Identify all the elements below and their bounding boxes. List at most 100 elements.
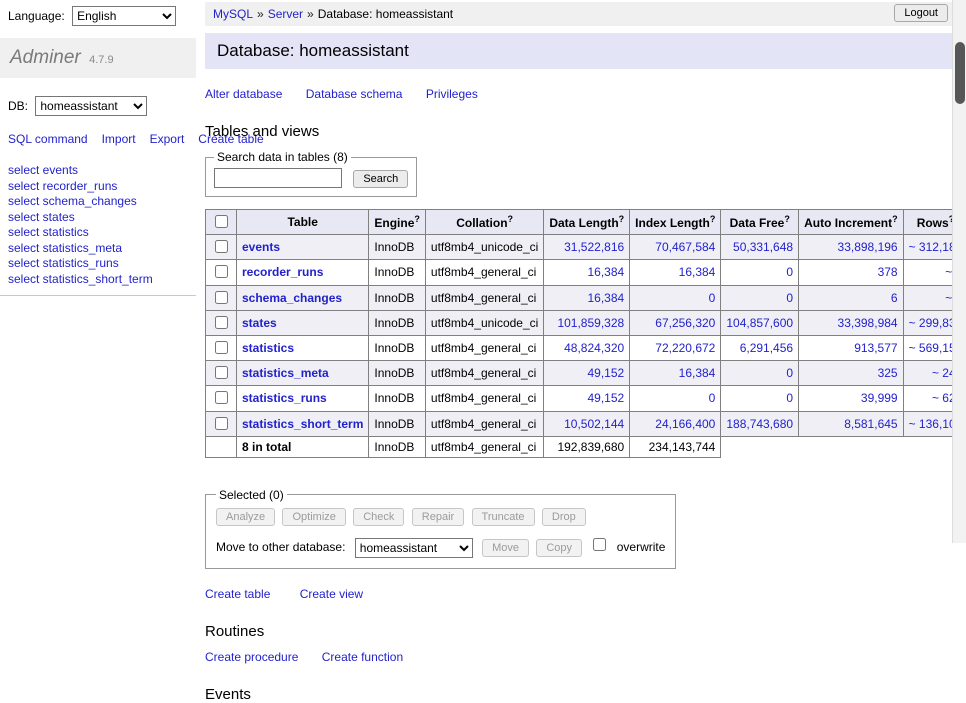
sidebar-item-select-statistics-runs[interactable]: select statistics_runs — [8, 256, 196, 272]
row-checkbox[interactable] — [215, 316, 228, 329]
sidebar-item-select-recorder-runs[interactable]: select recorder_runs — [8, 179, 196, 195]
analyze-button[interactable]: Analyze — [216, 508, 275, 526]
cell-engine: InnoDB — [369, 361, 426, 386]
row-checkbox[interactable] — [215, 391, 228, 404]
data-length-help-link[interactable]: ? — [619, 214, 625, 224]
database-schema-link[interactable]: Database schema — [306, 87, 403, 101]
import-link[interactable]: Import — [102, 132, 136, 146]
cell-data-free: 6,291,456 — [721, 335, 799, 360]
sidebar-item-select-states[interactable]: select states — [8, 210, 196, 226]
sql-command-link[interactable]: SQL command — [8, 132, 88, 146]
cell-table-name: states — [237, 310, 369, 335]
breadcrumb-separator: » — [257, 7, 264, 21]
vertical-scrollbar[interactable] — [952, 0, 966, 543]
create-procedure-link[interactable]: Create procedure — [205, 650, 298, 664]
cell-auto-increment: 8,581,645 — [799, 411, 904, 436]
engine-help-link[interactable]: ? — [414, 214, 420, 224]
cell-collation: utf8mb4_unicode_ci — [425, 235, 543, 260]
column-header-index-length: Index Length? — [630, 210, 721, 235]
cell-auto-increment: 913,577 — [799, 335, 904, 360]
cell-engine: InnoDB — [369, 260, 426, 285]
row-checkbox[interactable] — [215, 265, 228, 278]
language-label: Language: — [8, 9, 65, 23]
row-checkbox[interactable] — [215, 341, 228, 354]
export-link[interactable]: Export — [150, 132, 185, 146]
collation-help-link[interactable]: ? — [508, 214, 514, 224]
repair-button[interactable]: Repair — [412, 508, 464, 526]
cell-index-length: 67,256,320 — [630, 310, 721, 335]
create-table-link[interactable]: Create table — [205, 587, 270, 601]
search-input[interactable] — [214, 168, 342, 188]
cell-auto-increment: 325 — [799, 361, 904, 386]
sidebar-item-select-statistics-meta[interactable]: select statistics_meta — [8, 241, 196, 257]
row-checkbox[interactable] — [215, 291, 228, 304]
cell-table-name: schema_changes — [237, 285, 369, 310]
sidebar-divider — [0, 295, 196, 296]
cell-auto-increment: 33,398,984 — [799, 310, 904, 335]
move-db-select[interactable]: homeassistant — [355, 538, 473, 558]
column-header-data-free: Data Free? — [721, 210, 799, 235]
cell-engine: InnoDB — [369, 386, 426, 411]
total-index-length: 234,143,744 — [630, 436, 721, 457]
cell-table-name: statistics_runs — [237, 386, 369, 411]
logout-button[interactable]: Logout — [894, 4, 948, 22]
cell-collation: utf8mb4_unicode_ci — [425, 310, 543, 335]
main-content: MySQL»Server»Database: homeassistant Dat… — [196, 0, 966, 543]
table-total-row: 8 in total InnoDB utf8mb4_general_ci 192… — [206, 436, 966, 457]
privileges-link[interactable]: Privileges — [426, 87, 478, 101]
move-button[interactable]: Move — [482, 539, 529, 557]
cell-collation: utf8mb4_general_ci — [425, 335, 543, 360]
search-button[interactable]: Search — [353, 170, 408, 188]
sidebar-item-select-schema-changes[interactable]: select schema_changes — [8, 194, 196, 210]
selected-fieldset: Selected (0) Analyze Optimize Check Repa… — [205, 488, 676, 569]
routines-heading: Routines — [205, 623, 966, 640]
cell-data-free: 0 — [721, 386, 799, 411]
data-free-help-link[interactable]: ? — [784, 214, 790, 224]
cell-data-free: 0 — [721, 361, 799, 386]
create-function-link[interactable]: Create function — [322, 650, 403, 664]
breadcrumb: MySQL»Server»Database: homeassistant — [205, 2, 966, 26]
row-checkbox[interactable] — [215, 366, 228, 379]
db-label: DB: — [8, 99, 28, 113]
cell-data-free: 0 — [721, 260, 799, 285]
cell-data-length: 49,152 — [544, 361, 630, 386]
cell-auto-increment: 378 — [799, 260, 904, 285]
breadcrumb-server-link[interactable]: Server — [268, 7, 303, 21]
cell-data-free: 0 — [721, 285, 799, 310]
check-button[interactable]: Check — [353, 508, 404, 526]
create-links: Create table Create view — [205, 587, 966, 601]
row-checkbox[interactable] — [215, 240, 228, 253]
cell-auto-increment: 39,999 — [799, 386, 904, 411]
breadcrumb-separator: » — [307, 7, 314, 21]
create-view-link[interactable]: Create view — [300, 587, 363, 601]
row-checkbox[interactable] — [215, 417, 228, 430]
alter-database-link[interactable]: Alter database — [205, 87, 282, 101]
drop-button[interactable]: Drop — [542, 508, 586, 526]
total-label: 8 in total — [237, 436, 369, 457]
cell-data-free: 188,743,680 — [721, 411, 799, 436]
copy-button[interactable]: Copy — [536, 539, 582, 557]
db-select[interactable]: homeassistant — [35, 96, 147, 116]
index-length-help-link[interactable]: ? — [710, 214, 716, 224]
table-row: statistics_meta InnoDB utf8mb4_general_c… — [206, 361, 966, 386]
overwrite-checkbox[interactable] — [593, 538, 606, 551]
cell-table-name: recorder_runs — [237, 260, 369, 285]
auto-increment-help-link[interactable]: ? — [892, 214, 898, 224]
truncate-button[interactable]: Truncate — [472, 508, 535, 526]
sidebar-item-select-statistics[interactable]: select statistics — [8, 225, 196, 241]
language-select[interactable]: English — [72, 6, 176, 26]
sidebar-item-select-events[interactable]: select events — [8, 163, 196, 179]
cell-index-length: 72,220,672 — [630, 335, 721, 360]
sidebar-actions: SQL commandImportExportCreate table — [8, 130, 178, 149]
search-legend: Search data in tables (8) — [214, 150, 351, 164]
cell-engine: InnoDB — [369, 310, 426, 335]
table-header-row: Table Engine? Collation? Data Length? In… — [206, 210, 966, 235]
breadcrumb-mysql-link[interactable]: MySQL — [213, 7, 253, 21]
cell-collation: utf8mb4_general_ci — [425, 260, 543, 285]
sidebar-item-select-statistics-short-term[interactable]: select statistics_short_term — [8, 272, 196, 288]
total-engine: InnoDB — [369, 436, 426, 457]
scrollbar-thumb[interactable] — [955, 42, 965, 104]
optimize-button[interactable]: Optimize — [282, 508, 345, 526]
select-all-checkbox[interactable] — [215, 215, 228, 228]
adminer-brand: Adminer 4.7.9 — [0, 38, 196, 78]
